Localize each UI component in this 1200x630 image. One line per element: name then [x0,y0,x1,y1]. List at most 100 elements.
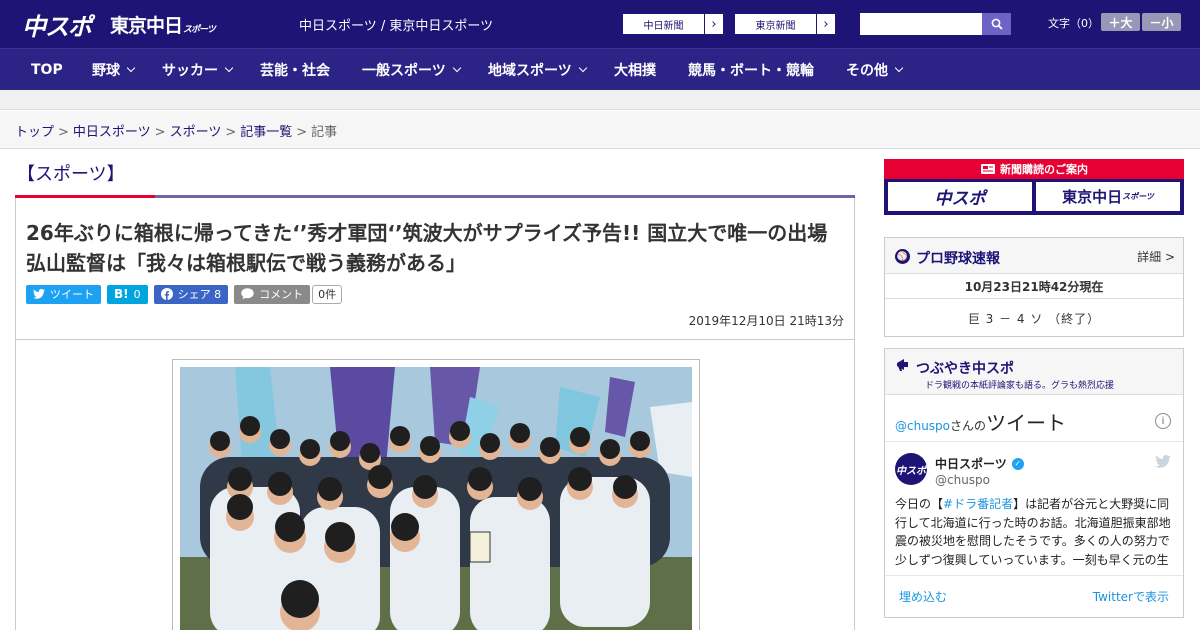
subscription-banner[interactable]: 新聞購読のご案内 中スポ 東京中日 スポーツ [884,159,1184,215]
subscribe-chuspo-text: 中スポ [934,189,986,209]
nav-item-baseball[interactable]: 野球 [92,49,136,91]
tokyo-chunichi-logo[interactable]: 東京中日スポーツ [110,11,216,38]
chevron-down-icon [894,63,904,73]
nav-item-top[interactable]: TOP [31,49,63,91]
nav-item-other[interactable]: その他 [846,49,904,91]
subscribe-chuspo-logo[interactable]: 中スポ [888,182,1032,211]
breadcrumb-separator: > [58,125,69,140]
tweet-button[interactable]: ツイート [26,284,101,304]
breadcrumb-separator: > [154,125,166,140]
comment-bubble-icon [241,288,254,300]
subscription-title: 新聞購読のご案内 [1000,163,1088,176]
chevron-down-icon [224,63,234,73]
breadcrumb-sports[interactable]: スポーツ [170,125,222,140]
tweet-text-before: 今日の【 [895,497,944,511]
nav-label: サッカー [162,63,218,79]
breadcrumb: トップ > 中日スポーツ > スポーツ > 記事一覧 > 記事 [15,121,337,140]
subscribe-tokyo-logo[interactable]: 東京中日 スポーツ [1036,182,1180,211]
site-names: 中日スポーツ / 東京中日スポーツ [299,19,494,34]
chevron-down-icon [578,63,587,73]
embed-link[interactable]: 埋め込む [899,588,947,605]
comment-label: コメント [259,288,304,301]
tweets-widget-footer: 埋め込む Twitterで表示 [885,575,1183,617]
subscribe-tokyo-small: スポーツ [1122,192,1154,201]
breadcrumb-chunichi-sports[interactable]: 中日スポーツ [73,125,151,140]
nav-label: 芸能・社会 [260,63,330,79]
search-button[interactable] [982,13,1011,35]
subscription-title-bar: 新聞購読のご案内 [884,159,1184,179]
article-timestamp: 2019年12月10日 21時13分 [688,314,844,328]
nav-item-sumo[interactable]: 大相撲 [614,49,656,91]
breadcrumb-separator: > [296,125,308,140]
chunichi-shimbun-link[interactable]: 中日新聞 › [622,13,724,35]
font-larger-button[interactable]: ＋大 [1101,13,1140,31]
chevron-down-icon [452,63,461,73]
twitter-bird-icon[interactable] [1155,455,1171,472]
nav-label: その他 [846,63,888,79]
facebook-icon [160,288,173,300]
tweet-text: 今日の【#ドラ番記者】は記者が谷元と大野奨に同行して北海道に行った時のお話。北海… [895,495,1175,569]
nav-label: 野球 [92,63,120,79]
subscribe-tokyo-text: 東京中日 [1062,188,1123,206]
ext-link-label: 東京新聞 [735,14,817,34]
search-input[interactable] [860,13,982,35]
baseball-scores-widget: ⚾ プロ野球速報 詳細 > 10月23日21時42分現在 巨 3 － 4 ソ （… [884,237,1184,337]
breadcrumb-top[interactable]: トップ [15,125,54,140]
nav-label: 競馬・ボート・競輪 [688,63,814,79]
breadcrumb-current: 記事 [311,125,338,140]
timeline-handle-link[interactable]: @chuspo [895,419,950,433]
baseball-widget-title: プロ野球速報 [916,251,1000,267]
chuspo-logo[interactable]: 中スポ [22,7,92,42]
share-buttons: ツイート B! 0 シェア 8 コメント 0件 [26,284,343,304]
score-game-row[interactable]: 巨 3 － 4 ソ （終了） [885,310,1183,327]
chevron-right-icon: › [823,16,829,32]
ext-link-label: 中日新聞 [623,14,705,34]
tokyo-logo-text: 東京中日 [110,15,183,37]
nav-label: 地域スポーツ [488,63,572,79]
nav-item-entertainment[interactable]: 芸能・社会 [260,49,330,91]
chevron-right-icon: › [711,16,717,32]
tweet-screen-name[interactable]: @chuspo [935,473,990,487]
main-nav: TOP 野球 サッカー 芸能・社会 一般スポーツ 地域スポーツ 大相撲 競馬・ボ… [0,48,1200,90]
score-as-of: 10月23日21時42分現在 [964,280,1104,294]
tweets-widget-subtitle: ドラ観戦の本紙評論家も語る。グラも熱烈応援 [925,381,1115,391]
hatena-icon: B! [114,287,129,301]
avatar[interactable]: 中スポ [895,453,927,485]
tweet-timeline-title: @chuspoさんのツイート [895,407,1066,436]
article-header: 26年ぶりに箱根に帰ってきた‘’秀才軍団‘’筑波大がサプライズ予告!! 国立大で… [15,198,855,340]
tokyo-shimbun-link[interactable]: 東京新聞 › [734,13,836,35]
nav-item-regional-sports[interactable]: 地域スポーツ [488,49,587,91]
section-label: 【スポーツ】 [17,164,125,185]
view-on-twitter-link[interactable]: Twitterで表示 [1093,588,1169,605]
article-body [15,340,855,630]
font-size-label: 文字（0） [1048,17,1099,30]
tweet-label: ツイート [50,288,94,301]
comment-button[interactable]: コメント [234,284,311,304]
account-name-text: 中日スポーツ [935,457,1007,471]
nav-label: 大相撲 [614,63,656,79]
info-icon[interactable]: i [1155,413,1171,429]
breadcrumb-bar: トップ > 中日スポーツ > スポーツ > 記事一覧 > 記事 [0,111,1200,149]
tweet-hashtag-link[interactable]: #ドラ番記者 [943,497,1013,511]
megaphone-icon [895,357,911,377]
nav-item-racing[interactable]: 競馬・ボート・競輪 [688,49,814,91]
twitter-bird-icon [33,289,45,299]
tweets-widget-title: つぶやき中スポ [916,361,1014,377]
tweet-account-name[interactable]: 中日スポーツ ✓ [935,455,1024,472]
tweets-widget-header: つぶやき中スポ ドラ観戦の本紙評論家も語る。グラも熱烈応援 [885,349,1183,395]
nav-item-soccer[interactable]: サッカー [162,49,234,91]
search-icon [991,18,1003,30]
tweet-divider [885,441,1183,442]
breadcrumb-article-list[interactable]: 記事一覧 [240,125,292,140]
tweets-widget: つぶやき中スポ ドラ観戦の本紙評論家も語る。グラも熱烈応援 @chuspoさんの… [884,348,1184,618]
article-photo[interactable] [180,367,692,630]
facebook-share-button[interactable]: シェア 8 [153,284,229,304]
timeline-handle-suffix: さんの [950,419,987,433]
facebook-share-label: シェア 8 [177,288,222,301]
timeline-word: ツイート [986,411,1067,435]
hatena-bookmark-button[interactable]: B! 0 [107,284,148,304]
font-smaller-button[interactable]: －小 [1142,13,1181,31]
nav-item-general-sports[interactable]: 一般スポーツ [362,49,461,91]
baseball-details-link[interactable]: 詳細 > [1137,248,1175,265]
site-header: 中スポ 東京中日スポーツ 中日スポーツ / 東京中日スポーツ 中日新聞 › 東京… [0,0,1200,48]
